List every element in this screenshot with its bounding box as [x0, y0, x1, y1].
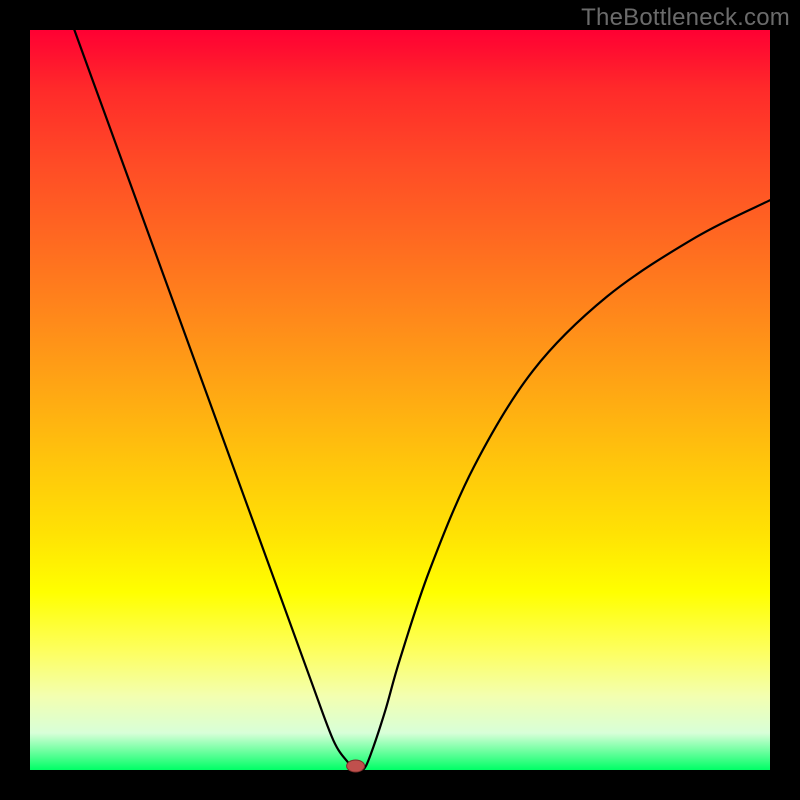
bottleneck-curve-svg [30, 30, 770, 770]
optimum-marker [347, 760, 365, 772]
chart-frame: TheBottleneck.com [0, 0, 800, 800]
bottleneck-curve-path [74, 30, 770, 771]
watermark-text: TheBottleneck.com [581, 4, 790, 32]
plot-area [30, 30, 770, 770]
